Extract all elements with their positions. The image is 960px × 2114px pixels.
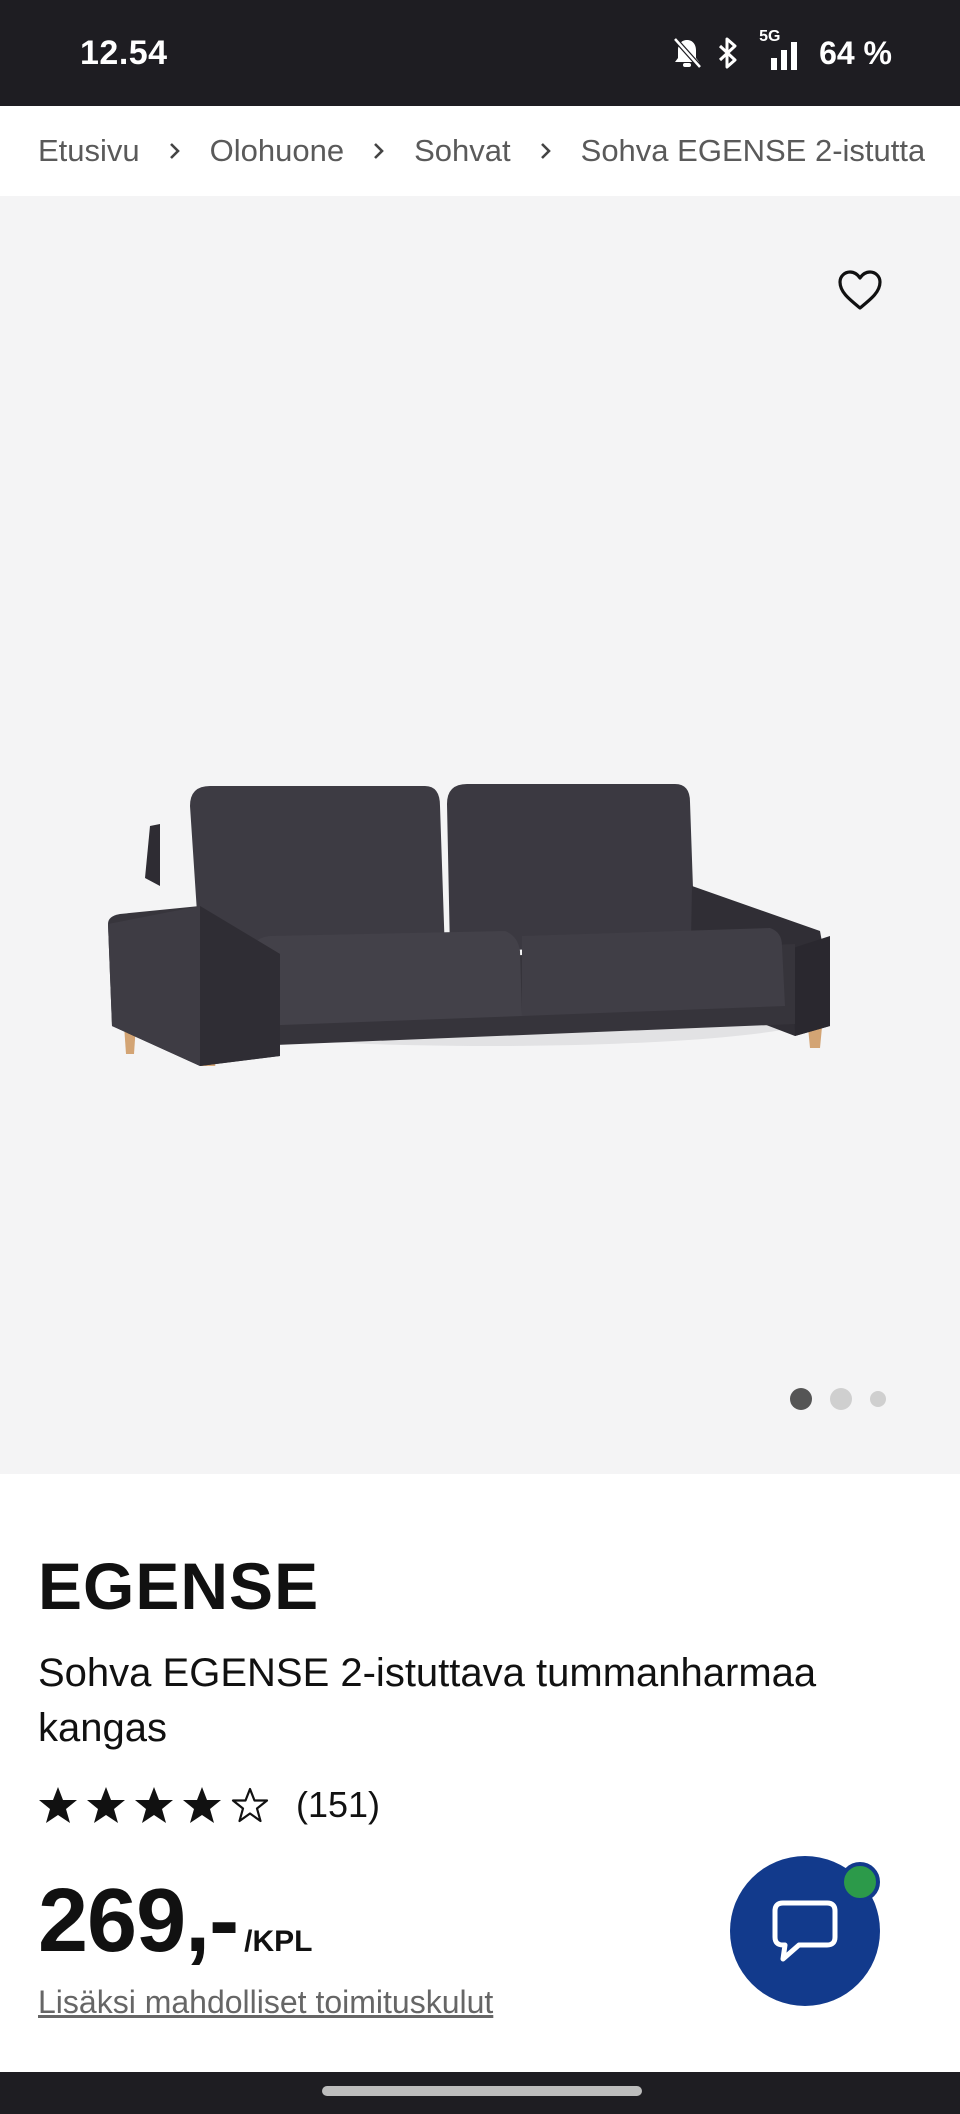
review-count: (151) — [296, 1784, 381, 1825]
star-filled-icon — [87, 1787, 125, 1823]
status-bar: 12.54 5G 64 % — [0, 0, 960, 106]
product-description: Sohva EGENSE 2-istuttava tummanharmaa ka… — [38, 1651, 817, 1750]
status-icons: 5G 64 % — [671, 28, 892, 72]
home-gesture-handle[interactable] — [322, 2086, 642, 2096]
gallery-pagination — [790, 1388, 886, 1410]
gallery-dot-3[interactable] — [870, 1391, 886, 1407]
chevron-right-icon — [168, 141, 182, 161]
breadcrumb-current: Sohva EGENSE 2-istutta — [580, 133, 926, 168]
network-type: 5G — [759, 28, 781, 45]
product-image-sofa — [108, 784, 830, 1066]
status-time: 12.54 — [80, 33, 168, 72]
favorite-button[interactable] — [832, 262, 888, 318]
system-navigation-bar — [0, 2072, 960, 2114]
chat-bubble-icon — [772, 1900, 838, 1962]
star-filled-icon — [183, 1787, 221, 1823]
product-gallery[interactable] — [0, 196, 960, 1474]
breadcrumb-sofas[interactable]: Sohvat — [414, 133, 511, 169]
breadcrumb-home[interactable]: Etusivu — [38, 133, 140, 169]
price-unit: /KPL — [244, 1925, 313, 1958]
product-price: 269,- — [38, 1871, 239, 1971]
gallery-dot-2[interactable] — [830, 1388, 852, 1410]
product-rating[interactable]: (151) — [38, 1784, 380, 1826]
heart-icon — [838, 270, 882, 310]
breadcrumb: Etusivu Olohuone Sohvat Sohva EGENSE 2-i… — [0, 106, 960, 196]
signal-icon: 5G — [753, 28, 805, 72]
chat-online-indicator — [840, 1862, 880, 1902]
bluetooth-icon — [717, 36, 739, 70]
chevron-right-icon — [372, 141, 386, 161]
shipping-costs-link[interactable]: Lisäksi mahdolliset toimituskulut — [38, 1984, 493, 2021]
price-row: 269,- /KPL — [38, 1870, 312, 1973]
product-brand: EGENSE — [38, 1549, 320, 1623]
battery-level: 64 % — [819, 34, 892, 71]
chevron-right-icon — [539, 141, 553, 161]
star-empty-icon — [231, 1787, 269, 1823]
rating-stars — [38, 1786, 270, 1824]
star-filled-icon — [135, 1787, 173, 1823]
breadcrumb-living-room[interactable]: Olohuone — [210, 133, 344, 169]
star-filled-icon — [39, 1787, 77, 1823]
bell-muted-icon — [671, 36, 703, 70]
gallery-dot-1[interactable] — [790, 1388, 812, 1410]
